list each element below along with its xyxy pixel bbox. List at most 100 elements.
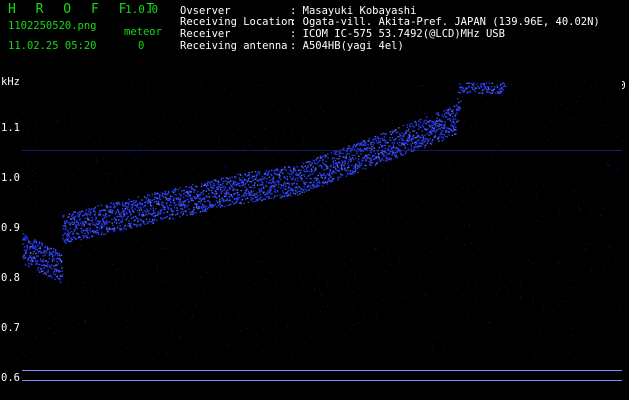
signal-dot	[425, 123, 428, 125]
signal-dot	[420, 145, 422, 147]
signal-dot	[269, 191, 271, 193]
signal-dot	[55, 269, 58, 271]
signal-dot	[330, 165, 332, 167]
noise-dot	[524, 343, 526, 345]
signal-dot	[431, 143, 433, 145]
noise-dot	[407, 297, 409, 299]
signal-dot	[295, 191, 297, 193]
noise-dot	[505, 252, 507, 254]
noise-dot	[137, 175, 139, 177]
signal-dot	[68, 216, 70, 218]
signal-dot	[43, 267, 45, 269]
noise-dot	[621, 125, 622, 126]
noise-dot	[398, 93, 399, 95]
signal-dot	[82, 229, 85, 232]
signal-dot	[320, 165, 323, 167]
noise-dot	[272, 104, 274, 106]
noise-dot	[236, 188, 238, 190]
signal-dot	[279, 174, 281, 176]
signal-dot	[285, 188, 287, 190]
signal-dot	[385, 133, 387, 135]
signal-dot	[229, 182, 231, 184]
signal-dot	[257, 180, 260, 183]
signal-dot	[284, 177, 287, 179]
signal-dot	[205, 196, 207, 199]
signal-dot	[406, 139, 408, 142]
signal-dot	[174, 190, 176, 193]
signal-dot	[89, 224, 91, 226]
signal-dot	[100, 233, 102, 236]
signal-dot	[422, 136, 425, 138]
signal-dot	[502, 82, 504, 84]
noise-dot	[22, 111, 24, 113]
signal-dot	[185, 186, 187, 188]
noise-dot	[56, 100, 58, 102]
noise-dot	[104, 306, 106, 308]
signal-dot	[186, 191, 188, 193]
signal-dot	[228, 196, 231, 198]
signal-dot	[288, 186, 290, 188]
noise-dot	[136, 172, 138, 174]
signal-dot	[351, 148, 354, 150]
signal-dot	[102, 217, 104, 220]
signal-dot	[96, 226, 98, 229]
signal-dot	[190, 191, 192, 193]
signal-dot	[26, 245, 28, 248]
signal-dot	[470, 82, 473, 85]
signal-dot	[398, 127, 400, 129]
noise-dot	[122, 173, 124, 175]
noise-dot	[284, 195, 286, 197]
signal-dot	[71, 221, 73, 223]
signal-dot	[430, 128, 433, 131]
noise-dot	[464, 244, 466, 246]
signal-dot	[203, 205, 205, 207]
signal-dot	[65, 242, 67, 244]
noise-dot	[603, 125, 605, 127]
signal-dot	[43, 260, 45, 263]
signal-dot	[286, 192, 289, 195]
signal-dot	[308, 161, 310, 163]
signal-dot	[108, 221, 111, 223]
signal-dot	[445, 116, 447, 118]
signal-dot	[255, 193, 257, 195]
signal-dot	[308, 174, 310, 177]
noise-dot	[105, 173, 107, 175]
signal-dot	[402, 135, 405, 138]
signal-dot	[68, 213, 71, 215]
signal-dot	[51, 253, 53, 255]
noise-dot	[165, 142, 167, 144]
signal-dot	[137, 220, 139, 223]
noise-dot	[166, 280, 168, 282]
signal-dot	[267, 182, 270, 184]
noise-dot	[50, 126, 52, 128]
signal-dot	[179, 187, 181, 189]
signal-dot	[81, 221, 83, 223]
noise-dot	[374, 247, 376, 249]
signal-dot	[302, 166, 304, 168]
signal-dot	[395, 147, 398, 149]
signal-dot	[478, 87, 480, 89]
noise-dot	[614, 322, 616, 324]
noise-dot	[322, 297, 324, 298]
signal-dot	[39, 263, 41, 266]
signal-dot	[38, 250, 40, 252]
signal-dot	[279, 176, 281, 178]
noise-dot	[385, 230, 387, 232]
noise-dot	[344, 340, 346, 342]
signal-dot	[252, 190, 255, 192]
signal-dot	[407, 140, 410, 143]
signal-dot	[292, 192, 295, 194]
signal-dot	[500, 84, 502, 86]
noise-dot	[327, 185, 329, 187]
noise-dot	[329, 318, 331, 320]
signal-dot	[375, 140, 378, 142]
noise-dot	[81, 313, 83, 315]
signal-dot	[93, 208, 95, 210]
noise-dot	[605, 83, 607, 85]
signal-dot	[280, 187, 282, 189]
noise-dot	[555, 104, 557, 106]
signal-dot	[220, 192, 223, 195]
noise-dot	[420, 143, 422, 145]
signal-dot	[331, 180, 333, 182]
noise-dot	[319, 310, 321, 312]
